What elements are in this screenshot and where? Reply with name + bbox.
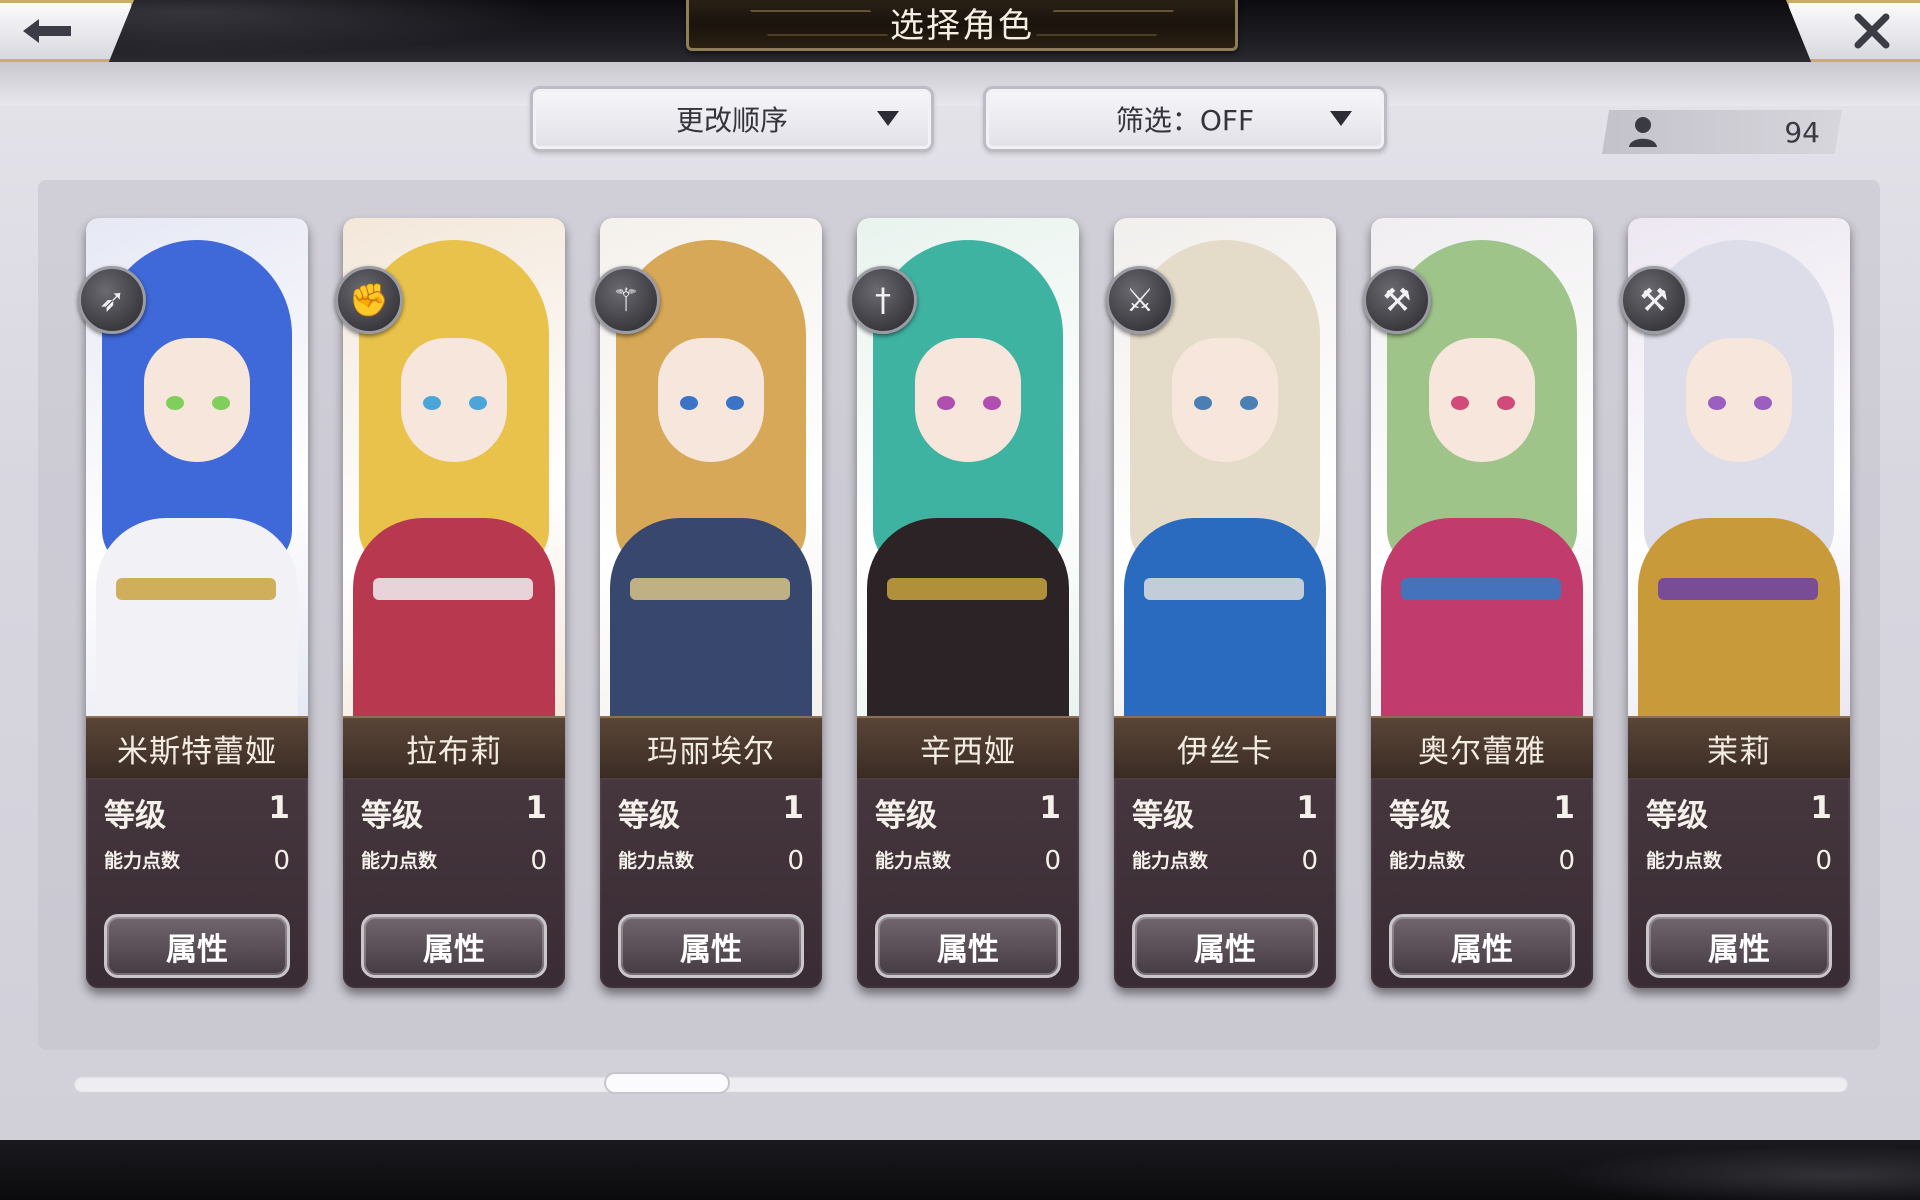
ability-points-row: 能力点数 0 — [1132, 846, 1318, 876]
back-arrow-icon — [23, 19, 71, 43]
page-title: 选择角色 — [686, 0, 1238, 51]
character-count-badge: 94 — [1602, 110, 1842, 154]
horizontal-scrollbar-track[interactable] — [74, 1076, 1848, 1092]
chevron-down-icon — [1330, 111, 1352, 126]
ability-points-label: 能力点数 — [1389, 850, 1466, 872]
ability-points-row: 能力点数 0 — [104, 846, 290, 876]
character-name: 茉莉 — [1628, 716, 1850, 780]
ability-points-value: 0 — [1815, 846, 1832, 876]
level-value: 1 — [268, 790, 290, 826]
character-stats: 等级 1 能力点数 0 属性 — [86, 778, 308, 988]
character-stats: 等级 1 能力点数 0 属性 — [343, 778, 565, 988]
character-name: 奥尔蕾雅 — [1371, 716, 1593, 780]
ability-points-row: 能力点数 0 — [361, 846, 547, 876]
sword-icon: † — [849, 266, 917, 334]
gauntlet-icon: ✊ — [335, 266, 403, 334]
ability-points-label: 能力点数 — [361, 850, 438, 872]
attribute-button[interactable]: 属性 — [1389, 914, 1575, 978]
level-value: 1 — [525, 790, 547, 826]
level-label: 等级 — [1646, 798, 1708, 834]
chevron-down-icon — [877, 111, 899, 126]
header-strip — [0, 62, 1920, 106]
filter-label: 筛选：OFF — [1115, 104, 1255, 137]
character-stats: 等级 1 能力点数 0 属性 — [1114, 778, 1336, 988]
ability-points-value: 0 — [530, 846, 547, 876]
axe-icon: ⚒ — [1620, 266, 1688, 334]
staff-icon: ⚚ — [592, 266, 660, 334]
character-card[interactable]: 辛西娅 等级 1 能力点数 0 属性 — [857, 218, 1079, 988]
ability-points-row: 能力点数 0 — [875, 846, 1061, 876]
level-value: 1 — [1296, 790, 1318, 826]
character-name: 伊丝卡 — [1114, 716, 1336, 780]
level-row: 等级 1 — [361, 790, 547, 835]
level-row: 等级 1 — [875, 790, 1061, 835]
ability-points-value: 0 — [787, 846, 804, 876]
ability-points-label: 能力点数 — [875, 850, 952, 872]
character-stats: 等级 1 能力点数 0 属性 — [857, 778, 1079, 988]
character-name: 玛丽埃尔 — [600, 716, 822, 780]
level-row: 等级 1 — [104, 790, 290, 835]
bottom-decor-band — [0, 1140, 1920, 1200]
level-row: 等级 1 — [1132, 790, 1318, 835]
ability-points-label: 能力点数 — [618, 850, 695, 872]
character-count-value: 94 — [1784, 115, 1820, 149]
level-row: 等级 1 — [1389, 790, 1575, 835]
ability-points-label: 能力点数 — [1646, 850, 1723, 872]
level-value: 1 — [1553, 790, 1575, 826]
level-label: 等级 — [104, 798, 166, 834]
ability-points-value: 0 — [1558, 846, 1575, 876]
ability-points-row: 能力点数 0 — [618, 846, 804, 876]
sort-order-dropdown[interactable]: 更改顺序 — [530, 86, 934, 152]
character-card[interactable]: 米斯特蕾娅 等级 1 能力点数 0 属性 — [86, 218, 308, 988]
ability-points-row: 能力点数 0 — [1389, 846, 1575, 876]
level-label: 等级 — [618, 798, 680, 834]
ability-points-value: 0 — [1301, 846, 1318, 876]
level-label: 等级 — [875, 798, 937, 834]
close-icon — [1854, 13, 1890, 49]
attribute-button[interactable]: 属性 — [875, 914, 1061, 978]
ability-points-row: 能力点数 0 — [1646, 846, 1832, 876]
person-icon — [1629, 117, 1657, 147]
level-label: 等级 — [361, 798, 423, 834]
filter-dropdown[interactable]: 筛选：OFF — [983, 86, 1387, 152]
sort-order-label: 更改顺序 — [675, 104, 788, 137]
blade-icon: ⚔ — [1106, 266, 1174, 334]
bow-icon: ➶ — [78, 266, 146, 334]
character-stats: 等级 1 能力点数 0 属性 — [1371, 778, 1593, 988]
ability-points-value: 0 — [1044, 846, 1061, 876]
attribute-button[interactable]: 属性 — [361, 914, 547, 978]
level-value: 1 — [1810, 790, 1832, 826]
character-stats: 等级 1 能力点数 0 属性 — [600, 778, 822, 988]
ability-points-value: 0 — [273, 846, 290, 876]
level-label: 等级 — [1132, 798, 1194, 834]
ability-points-label: 能力点数 — [1132, 850, 1209, 872]
level-row: 等级 1 — [618, 790, 804, 835]
axe-icon: ⚒ — [1363, 266, 1431, 334]
character-card[interactable]: 拉布莉 等级 1 能力点数 0 属性 — [343, 218, 565, 988]
character-name: 辛西娅 — [857, 716, 1079, 780]
level-label: 等级 — [1389, 798, 1451, 834]
character-card[interactable]: 奥尔蕾雅 等级 1 能力点数 0 属性 — [1371, 218, 1593, 988]
attribute-button[interactable]: 属性 — [1132, 914, 1318, 978]
character-card[interactable]: 伊丝卡 等级 1 能力点数 0 属性 — [1114, 218, 1336, 988]
character-stats: 等级 1 能力点数 0 属性 — [1628, 778, 1850, 988]
horizontal-scrollbar-thumb[interactable] — [604, 1072, 730, 1094]
character-name: 拉布莉 — [343, 716, 565, 780]
level-value: 1 — [782, 790, 804, 826]
level-row: 等级 1 — [1646, 790, 1832, 835]
ability-points-label: 能力点数 — [104, 850, 181, 872]
character-card[interactable]: 玛丽埃尔 等级 1 能力点数 0 属性 — [600, 218, 822, 988]
character-card[interactable]: 茉莉 等级 1 能力点数 0 属性 — [1628, 218, 1850, 988]
attribute-button[interactable]: 属性 — [1646, 914, 1832, 978]
attribute-button[interactable]: 属性 — [618, 914, 804, 978]
character-name: 米斯特蕾娅 — [86, 716, 308, 780]
attribute-button[interactable]: 属性 — [104, 914, 290, 978]
level-value: 1 — [1039, 790, 1061, 826]
